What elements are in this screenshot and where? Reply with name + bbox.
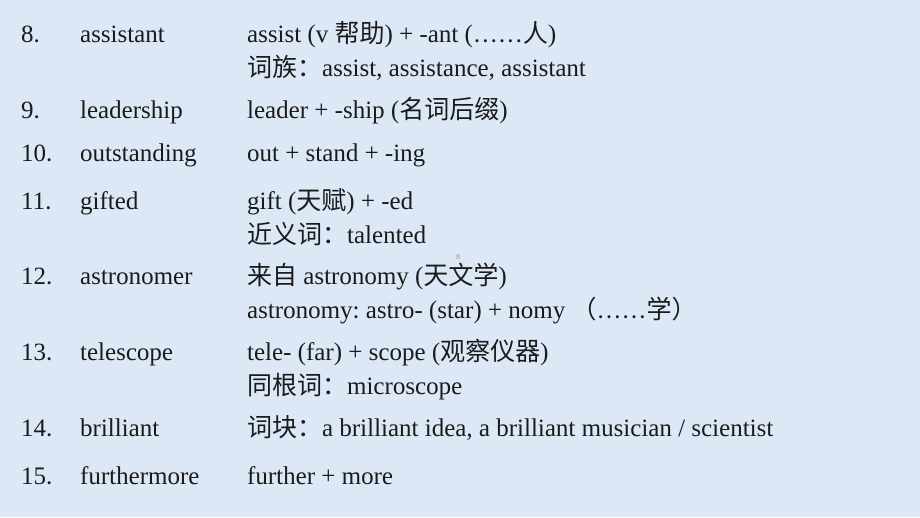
entry-definition: gift (天赋) + -ed 近义词：talented: [247, 185, 426, 253]
entry-definition: further + more: [247, 460, 393, 494]
entry-word: furthermore: [80, 463, 200, 490]
stray-marker: [456, 254, 460, 259]
entry-definition: out + stand + -ing: [247, 137, 425, 171]
vocabulary-slide: 8. assistant assist (v 帮助) + -ant (……人) …: [0, 0, 920, 518]
entry-word: outstanding: [80, 140, 197, 167]
entry-number: 14.: [21, 415, 53, 442]
entry-word: brilliant: [80, 415, 160, 442]
entry-number: 8.: [21, 21, 40, 48]
entry-definition: tele- (far) + scope (观察仪器) 同根词：microscop…: [247, 336, 548, 404]
entry-word: leadership: [80, 97, 183, 124]
definition-line: astronomy: astro- (star) + nomy （……学）: [247, 297, 697, 324]
definition-line: out + stand + -ing: [247, 140, 426, 167]
definition-line: assist (v 帮助) + -ant (……人): [247, 21, 557, 48]
definition-line: 来自 astronomy (天文学): [247, 263, 507, 290]
definition-line: further + more: [247, 463, 393, 490]
entry-number: 9.: [21, 97, 40, 124]
definition-line: gift (天赋) + -ed: [247, 188, 414, 215]
entry-word: gifted: [80, 188, 139, 215]
entry-definition: 来自 astronomy (天文学) astronomy: astro- (st…: [247, 260, 696, 328]
entry-word: astronomer: [80, 263, 193, 290]
definition-line: 近义词：talented: [247, 222, 427, 249]
entry-number: 13.: [21, 339, 53, 366]
entry-number: 12.: [21, 263, 53, 290]
entry-definition: leader + -ship (名词后缀): [247, 94, 508, 128]
entry-number: 10.: [21, 140, 53, 167]
definition-line: 词族：assist, assistance, assistant: [247, 55, 586, 82]
definition-line: leader + -ship (名词后缀): [247, 97, 508, 124]
entry-word: assistant: [80, 21, 165, 48]
entry-number: 15.: [21, 463, 53, 490]
entry-word: telescope: [80, 339, 174, 366]
entry-number: 11.: [21, 188, 52, 215]
definition-line: tele- (far) + scope (观察仪器): [247, 339, 549, 366]
definition-line: 同根词：microscope: [247, 373, 463, 400]
entry-definition: assist (v 帮助) + -ant (……人) 词族：assist, as…: [247, 18, 586, 86]
definition-line: 词块：a brilliant idea, a brilliant musicia…: [247, 415, 774, 442]
entry-definition: 词块：a brilliant idea, a brilliant musicia…: [247, 412, 773, 446]
